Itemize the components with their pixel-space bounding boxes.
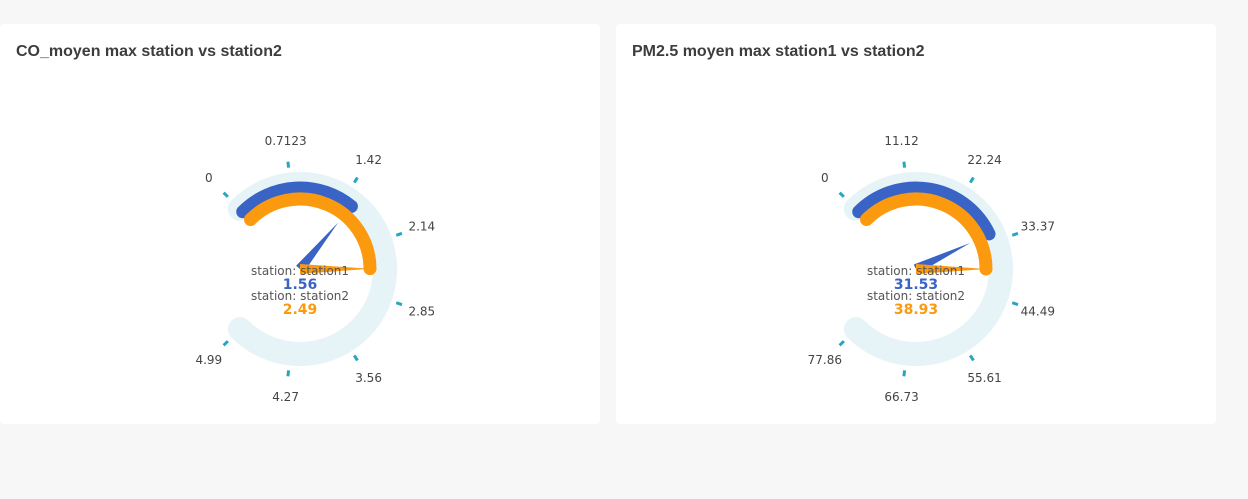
- gauge-tick-label: 11.12: [884, 134, 918, 148]
- series-name-label: station: station2: [867, 289, 965, 303]
- gauge-tick-label: 0: [821, 171, 829, 185]
- gauge-tick: [1011, 231, 1019, 237]
- gauge-tick: [902, 370, 907, 377]
- series-value-label: 2.49: [283, 302, 318, 318]
- gauge-tick-label: 33.37: [1021, 219, 1055, 233]
- gauge-tick: [222, 340, 229, 347]
- gauge-tick-label: 55.61: [967, 371, 1001, 385]
- gauge-tick: [1011, 301, 1019, 307]
- gauge-tick: [838, 340, 845, 347]
- gauge-tick-label: 66.73: [884, 390, 918, 404]
- gauge-tick: [838, 191, 845, 198]
- gauge-tick: [286, 161, 291, 168]
- gauge-tick: [395, 231, 403, 237]
- gauge-tick-label: 0.7123: [265, 134, 307, 148]
- pm25-gauge-panel: PM2.5 moyen max station1 vs station2 0 11…: [616, 24, 1216, 424]
- gauge-tick: [968, 354, 975, 362]
- gauge-tick-label: 3.56: [355, 371, 382, 385]
- gauge-tick-label: 2.85: [408, 305, 435, 319]
- gauge-tick: [968, 176, 975, 184]
- gauge-tick: [286, 370, 291, 377]
- series-value-label: 38.93: [894, 302, 938, 318]
- gauge-tick-label: 1.42: [355, 153, 382, 167]
- gauge-tick-label: 4.99: [195, 353, 222, 367]
- series-name-label: station: station1: [867, 264, 965, 278]
- pm25-gauge-chart: 0 11.12 22.24 33.37 44.49 55.61 66.73 77.86 stat…: [808, 134, 1055, 404]
- gauge-tick-label: 44.49: [1021, 305, 1055, 319]
- co-gauge-panel: CO_moyen max station vs station2 0 0.7123…: [0, 24, 600, 424]
- gauge-tick-label: 0: [205, 171, 213, 185]
- gauge-tick-label: 77.86: [808, 353, 842, 367]
- series-name-label: station: station1: [251, 264, 349, 278]
- gauge-tick-label: 2.14: [408, 219, 435, 233]
- gauge-tick: [352, 176, 359, 184]
- co-gauge-chart: 0 0.7123 1.42 2.14 2.85 3.56 4.27 4.99 station: …: [195, 134, 435, 404]
- gauge-tick-label: 4.27: [272, 390, 299, 404]
- gauge-tick: [395, 301, 403, 307]
- gauge-tick: [352, 354, 359, 362]
- gauge-tick-label: 22.24: [967, 153, 1001, 167]
- gauge-tick: [222, 191, 229, 198]
- series-name-label: station: station2: [251, 289, 349, 303]
- gauge-tick: [902, 161, 907, 168]
